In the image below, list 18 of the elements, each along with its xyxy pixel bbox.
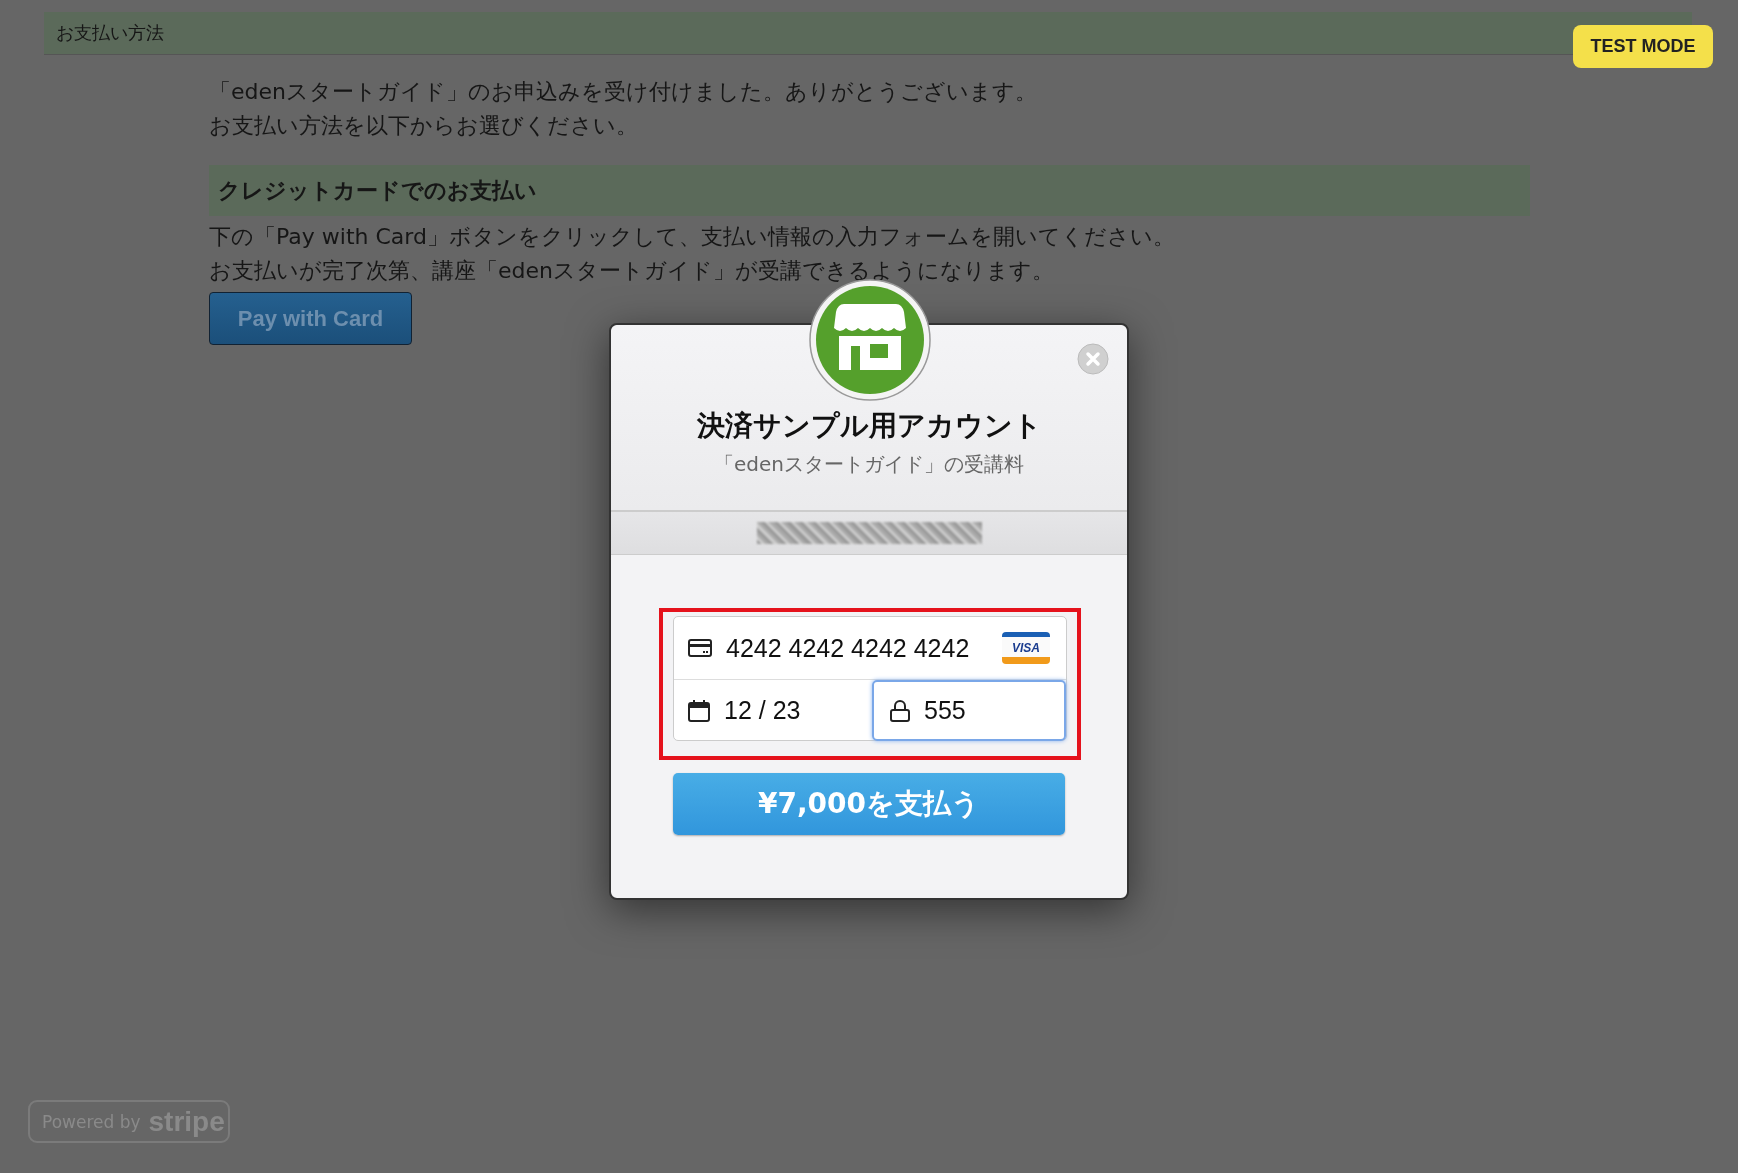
lock-icon [890, 699, 910, 722]
card-number-value: 4242 4242 4242 4242 [726, 633, 970, 663]
section-heading: クレジットカードでのお支払い [218, 176, 537, 205]
expiry-field[interactable]: 12 / 23 [674, 680, 872, 741]
cvc-field[interactable]: 555 [872, 680, 1066, 741]
cvc-value: 555 [924, 696, 966, 725]
intro-text: 「edenスタートガイド」のお申込みを受け付けました。ありがとうございます。 [209, 78, 1038, 106]
test-mode-badge: TEST MODE [1573, 25, 1713, 68]
calendar-icon [688, 699, 710, 722]
intro-text: お支払い方法を以下からお選びください。 [209, 112, 639, 140]
expiry-value: 12 / 23 [724, 696, 801, 725]
page-title: お支払い方法 [56, 21, 164, 45]
card-brand-logo: VISA [1002, 632, 1050, 664]
merchant-name: 決済サンプル用アカウント [696, 408, 1042, 444]
purchase-description: 「edenスタートガイド」の受講料 [714, 451, 1024, 478]
credit-card-icon [688, 639, 712, 657]
card-number-field[interactable]: 4242 4242 4242 4242 VISA [674, 617, 1066, 680]
instruction-text: 下の「Pay with Card」ボタンをクリックして、支払い情報の入力フォームを開いてください。 [209, 223, 1176, 251]
